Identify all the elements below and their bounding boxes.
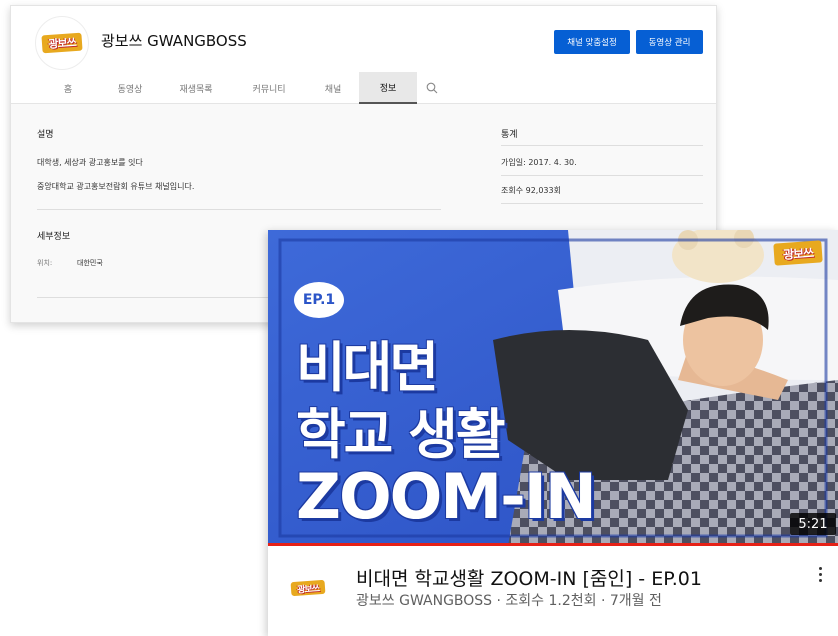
channel-name: 광보쓰 GWANGBOSS [101,32,247,50]
channel-tabs: 홈 동영상 재생목록 커뮤니티 채널 정보 [37,72,447,104]
thumbnail-title-line: 학교 생활 [296,403,506,466]
episode-badge: EP.1 [294,282,344,318]
video-metadata: 광보쓰 GWANGBOSS · 조회수 1.2천회 · 7개월 전 [356,593,662,609]
more-dot [818,578,822,582]
divider [37,297,277,298]
joined-date: 가입일: 2017. 4. 30. [501,158,577,167]
channel-logo: 광보쓰 [41,32,83,54]
video-thumbnail[interactable]: EP.1 비대면 학교 생활 ZOOM-IN 광보쓰 5:21 [268,230,838,546]
more-dot [818,566,822,570]
video-meta: 광보쓰 비대면 학교생활 ZOOM-IN [줌인] - EP.01 광보쓰 GW… [268,548,838,636]
channel-avatar[interactable]: 광보쓰 [35,16,89,70]
channel-header: 광보쓰 광보쓰 GWANGBOSS 채널 맞춤설정 동영상 관리 홈 동영상 재… [11,6,716,104]
details-title: 세부정보 [37,232,71,242]
thumbnail-logo: 광보쓰 [773,240,823,266]
thumbnail-title-line: ZOOM-IN [296,460,597,533]
location-value: 대한민국 [77,259,103,267]
tab-home[interactable]: 홈 [37,72,99,104]
customize-channel-button[interactable]: 채널 맞춤설정 [554,30,630,54]
search-icon [426,82,438,94]
tab-playlists[interactable]: 재생목록 [161,72,231,104]
duration-badge: 5:21 [790,513,836,535]
tab-videos[interactable]: 동영상 [99,72,161,104]
total-views: 조회수 92,033회 [501,186,561,195]
more-dot [818,572,822,576]
tab-community[interactable]: 커뮤니티 [231,72,307,104]
description-line: 중앙대학교 광고홍보전람회 유튜브 채널입니다. [37,182,195,191]
tab-about[interactable]: 정보 [359,72,417,104]
divider [501,145,703,146]
channel-logo: 광보쓰 [290,579,326,597]
divider [501,203,703,204]
divider [501,175,703,176]
manage-videos-button[interactable]: 동영상 관리 [636,30,703,54]
description-title: 설명 [37,130,54,140]
video-card[interactable]: EP.1 비대면 학교 생활 ZOOM-IN 광보쓰 5:21 광보쓰 비대면 … [268,230,838,636]
video-title[interactable]: 비대면 학교생활 ZOOM-IN [줌인] - EP.01 [356,564,702,591]
location-label: 위치: [37,259,53,267]
stats-title: 통계 [501,130,518,140]
tab-channels[interactable]: 채널 [307,72,359,104]
channel-avatar[interactable]: 광보쓰 [290,570,326,606]
divider [37,209,441,210]
more-vert-icon[interactable] [812,562,828,586]
tab-search[interactable] [417,72,447,104]
description-line: 대학생, 세상과 광고홍보를 잇다 [37,158,143,167]
watch-progress-bar [268,543,838,546]
